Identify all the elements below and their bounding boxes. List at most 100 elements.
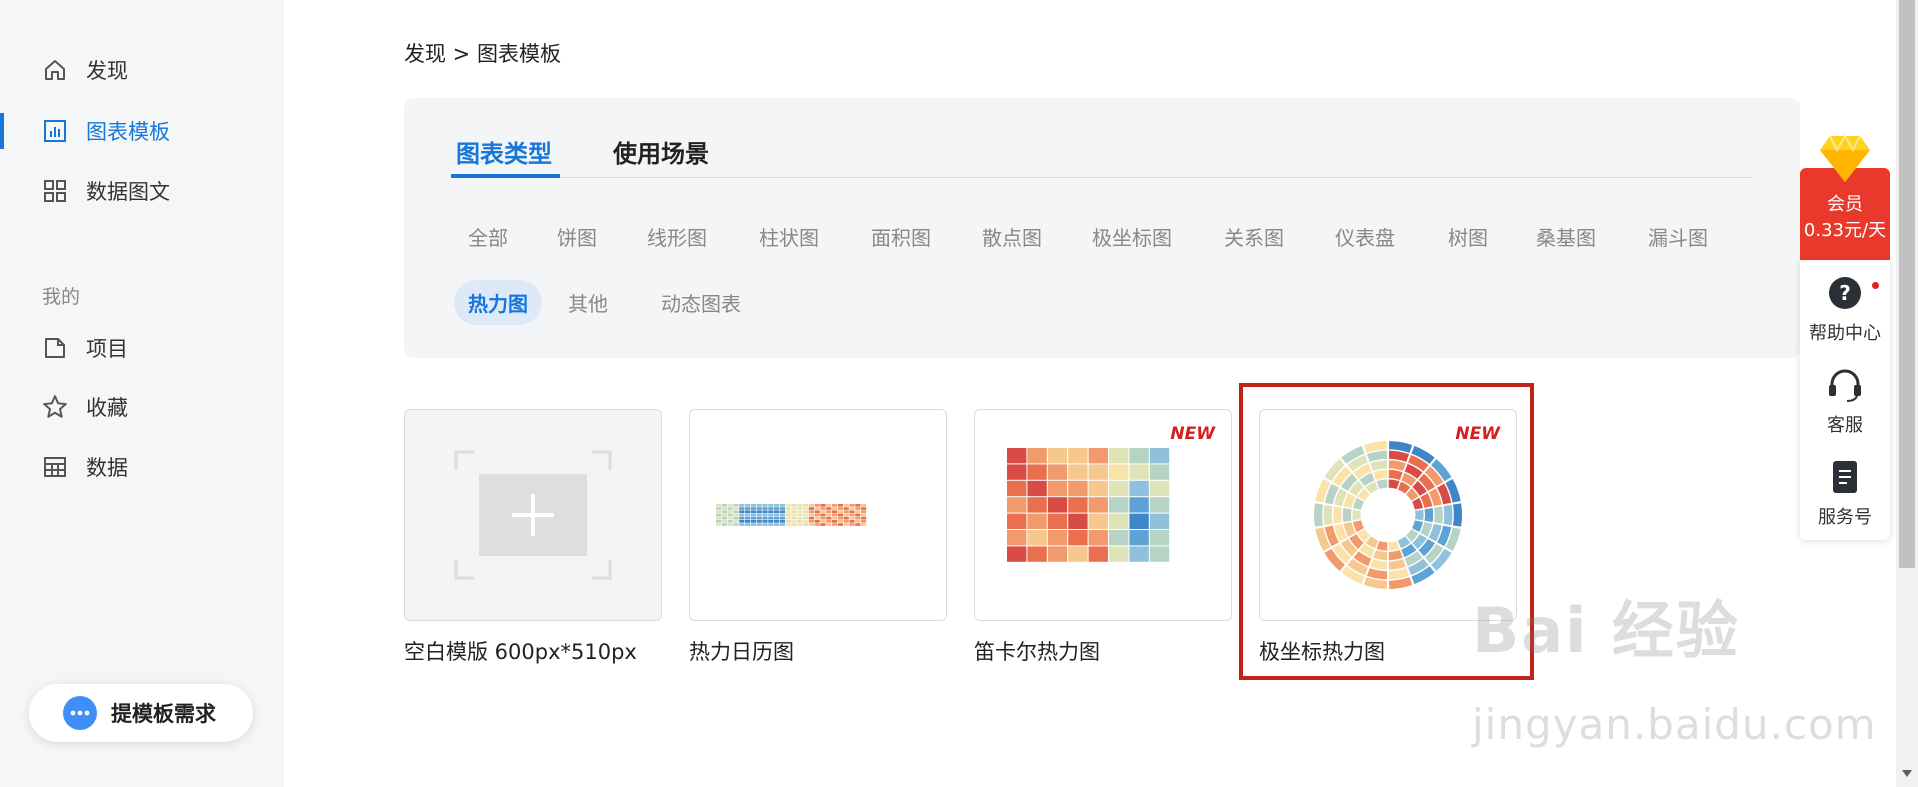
vip-label: 会员 — [1827, 194, 1863, 215]
blank-template-thumbnail — [454, 450, 612, 580]
heatmap-cell — [1027, 546, 1047, 562]
calendar-cell — [756, 516, 762, 520]
calendar-cell — [837, 507, 843, 510]
calendar-cell — [820, 523, 826, 526]
service-account-button[interactable]: 服务号 — [1800, 460, 1890, 529]
heatmap-cell — [1149, 464, 1170, 480]
help-center-button[interactable]: ? 帮助中心 — [1800, 276, 1890, 345]
heatmap-cell — [1007, 530, 1027, 546]
calendar-cell — [855, 513, 861, 517]
nav-chart-templates[interactable]: 图表模板 — [0, 107, 284, 155]
chip-sankey[interactable]: 桑基图 — [1522, 214, 1610, 259]
heatmap-cell — [1149, 497, 1170, 513]
calendar-cell — [762, 507, 768, 510]
calendar-cell — [739, 504, 745, 507]
chip-line[interactable]: 线形图 — [633, 214, 721, 259]
calendar-cell — [803, 513, 809, 517]
calendar-cell — [721, 520, 727, 523]
heatmap-cell — [1007, 480, 1027, 497]
calendar-cell — [785, 507, 791, 510]
chip-gauge[interactable]: 仪表盘 — [1321, 214, 1409, 259]
nav-data[interactable]: 数据 — [0, 443, 284, 491]
document-icon — [1800, 460, 1890, 499]
calendar-cell — [762, 516, 768, 520]
chip-funnel[interactable]: 漏斗图 — [1634, 214, 1722, 259]
calendar-cell — [814, 513, 820, 517]
chip-bar[interactable]: 柱状图 — [745, 214, 833, 259]
calendar-cell — [762, 504, 768, 507]
heatmap-cell — [1007, 513, 1027, 529]
calendar-cell — [797, 523, 803, 526]
calendar-cell — [791, 520, 797, 523]
calendar-cell — [727, 510, 733, 514]
calendar-cell — [849, 504, 855, 507]
calendar-cell — [774, 523, 780, 526]
customer-service-button[interactable]: 客服 — [1800, 368, 1890, 437]
calendar-cell — [843, 523, 849, 526]
card-blank-template[interactable] — [404, 409, 662, 621]
calendar-cell — [785, 516, 791, 520]
calendar-cell — [861, 523, 867, 526]
chip-relation[interactable]: 关系图 — [1210, 214, 1298, 259]
nav-favorites[interactable]: 收藏 — [0, 383, 284, 431]
chip-polar[interactable]: 极坐标图 — [1078, 214, 1186, 259]
calendar-cell — [785, 523, 791, 526]
calendar-cell — [797, 513, 803, 517]
chip-all[interactable]: 全部 — [454, 214, 522, 259]
scroll-down-arrow-icon[interactable] — [1902, 770, 1912, 777]
calendar-cell — [820, 507, 826, 510]
calendar-cell — [797, 516, 803, 520]
tab-chart-type[interactable]: 图表类型 — [456, 134, 552, 169]
nav-discover[interactable]: 发现 — [0, 46, 284, 94]
calendar-cell — [756, 504, 762, 507]
card-cartesian-heatmap[interactable]: NEW — [974, 409, 1232, 621]
calendar-cell — [837, 520, 843, 523]
calendar-cell — [855, 510, 861, 514]
chip-scatter[interactable]: 散点图 — [968, 214, 1056, 259]
chip-area[interactable]: 面积图 — [857, 214, 945, 259]
template-request-button[interactable]: 提模板需求 — [29, 684, 253, 742]
calendar-cell — [803, 516, 809, 520]
nav-data-articles[interactable]: 数据图文 — [0, 167, 284, 215]
template-request-label: 提模板需求 — [111, 702, 216, 726]
chip-heatmap[interactable]: 热力图 — [454, 280, 542, 325]
calendar-cell — [774, 510, 780, 514]
calendar-cell — [768, 516, 774, 520]
calendar-cell — [837, 513, 843, 517]
calendar-cell — [797, 520, 803, 523]
calendar-cell — [779, 520, 785, 523]
chip-other[interactable]: 其他 — [554, 280, 622, 325]
nav-projects-label: 项目 — [86, 337, 128, 361]
scrollbar-thumb[interactable] — [1899, 0, 1915, 568]
calendar-cell — [855, 523, 861, 526]
calendar-cell — [739, 520, 745, 523]
heatmap-cell — [1027, 530, 1047, 546]
tab-usage-scenario[interactable]: 使用场景 — [613, 134, 709, 169]
right-float-panel: 会员 0.33元/天 ? 帮助中心 客服 服务号 — [1798, 130, 1890, 540]
calendar-cell — [768, 507, 774, 510]
heatmap-cell — [1007, 448, 1027, 464]
heatmap-cell — [1047, 448, 1068, 464]
heatmap-cell — [1027, 448, 1047, 464]
grid-icon — [42, 178, 68, 204]
calendar-cell — [861, 513, 867, 517]
heatmap-cell — [1027, 464, 1047, 480]
card-calendar-heatmap[interactable] — [689, 409, 947, 621]
calendar-cell — [861, 520, 867, 523]
calendar-cell — [832, 516, 838, 520]
customer-service-label: 客服 — [1827, 415, 1863, 436]
page-scrollbar[interactable] — [1896, 0, 1918, 787]
calendar-cell — [849, 516, 855, 520]
chip-pie[interactable]: 饼图 — [543, 214, 611, 259]
chip-dynamic[interactable]: 动态图表 — [647, 280, 755, 325]
calendar-cell — [785, 504, 791, 507]
chip-tree[interactable]: 树图 — [1434, 214, 1502, 259]
heatmap-cell — [1109, 530, 1129, 546]
calendar-cell — [826, 520, 832, 523]
calendar-cell — [808, 516, 814, 520]
nav-projects[interactable]: 项目 — [0, 324, 284, 372]
calendar-cell — [762, 513, 768, 517]
nav-favorites-label: 收藏 — [86, 396, 128, 420]
heatmap-cell — [1109, 448, 1129, 464]
calendar-cell — [791, 523, 797, 526]
